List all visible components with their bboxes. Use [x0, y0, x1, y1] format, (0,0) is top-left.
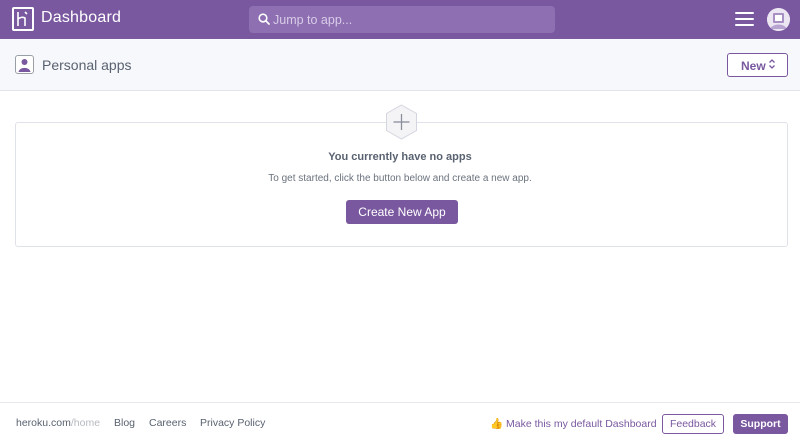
user-avatar-icon	[767, 8, 790, 31]
account-bar: Personal apps New	[0, 39, 800, 91]
search-input[interactable]	[273, 6, 543, 33]
app-title[interactable]: Dashboard	[41, 9, 121, 27]
footer-site: heroku.com	[16, 417, 71, 429]
search-bar[interactable]	[249, 6, 555, 33]
avatar[interactable]	[767, 8, 790, 31]
support-button[interactable]: Support	[733, 414, 788, 434]
footer-link-privacy-policy[interactable]: Privacy Policy	[200, 417, 265, 429]
new-button[interactable]: New	[727, 53, 788, 77]
footer-link-blog[interactable]: Blog	[114, 417, 135, 429]
footer-link-careers[interactable]: Careers	[149, 417, 186, 429]
search-icon	[258, 13, 270, 25]
new-button-label: New	[741, 59, 766, 73]
heroku-logo-icon[interactable]	[12, 7, 34, 31]
footer: heroku.com/home Blog Careers Privacy Pol…	[0, 402, 800, 443]
create-new-app-button[interactable]: Create New App	[346, 200, 458, 224]
make-default-dashboard-link[interactable]: 👍 Make this my default Dashboard	[490, 417, 657, 430]
chevron-up-down-icon	[769, 59, 775, 69]
footer-site-path: /home	[70, 417, 101, 429]
empty-state-subtitle: To get started, click the button below a…	[268, 173, 532, 184]
empty-state-title: You currently have no apps	[328, 151, 472, 163]
footer-home-link[interactable]: heroku.com/home	[16, 417, 100, 429]
top-header: Dashboard	[0, 0, 800, 39]
plus-hexagon-icon	[386, 104, 417, 140]
person-icon	[15, 55, 34, 74]
feedback-button[interactable]: Feedback	[662, 414, 724, 434]
hamburger-menu-icon[interactable]	[735, 12, 754, 27]
empty-state-panel	[15, 122, 788, 247]
account-switcher-label[interactable]: Personal apps	[42, 57, 132, 73]
